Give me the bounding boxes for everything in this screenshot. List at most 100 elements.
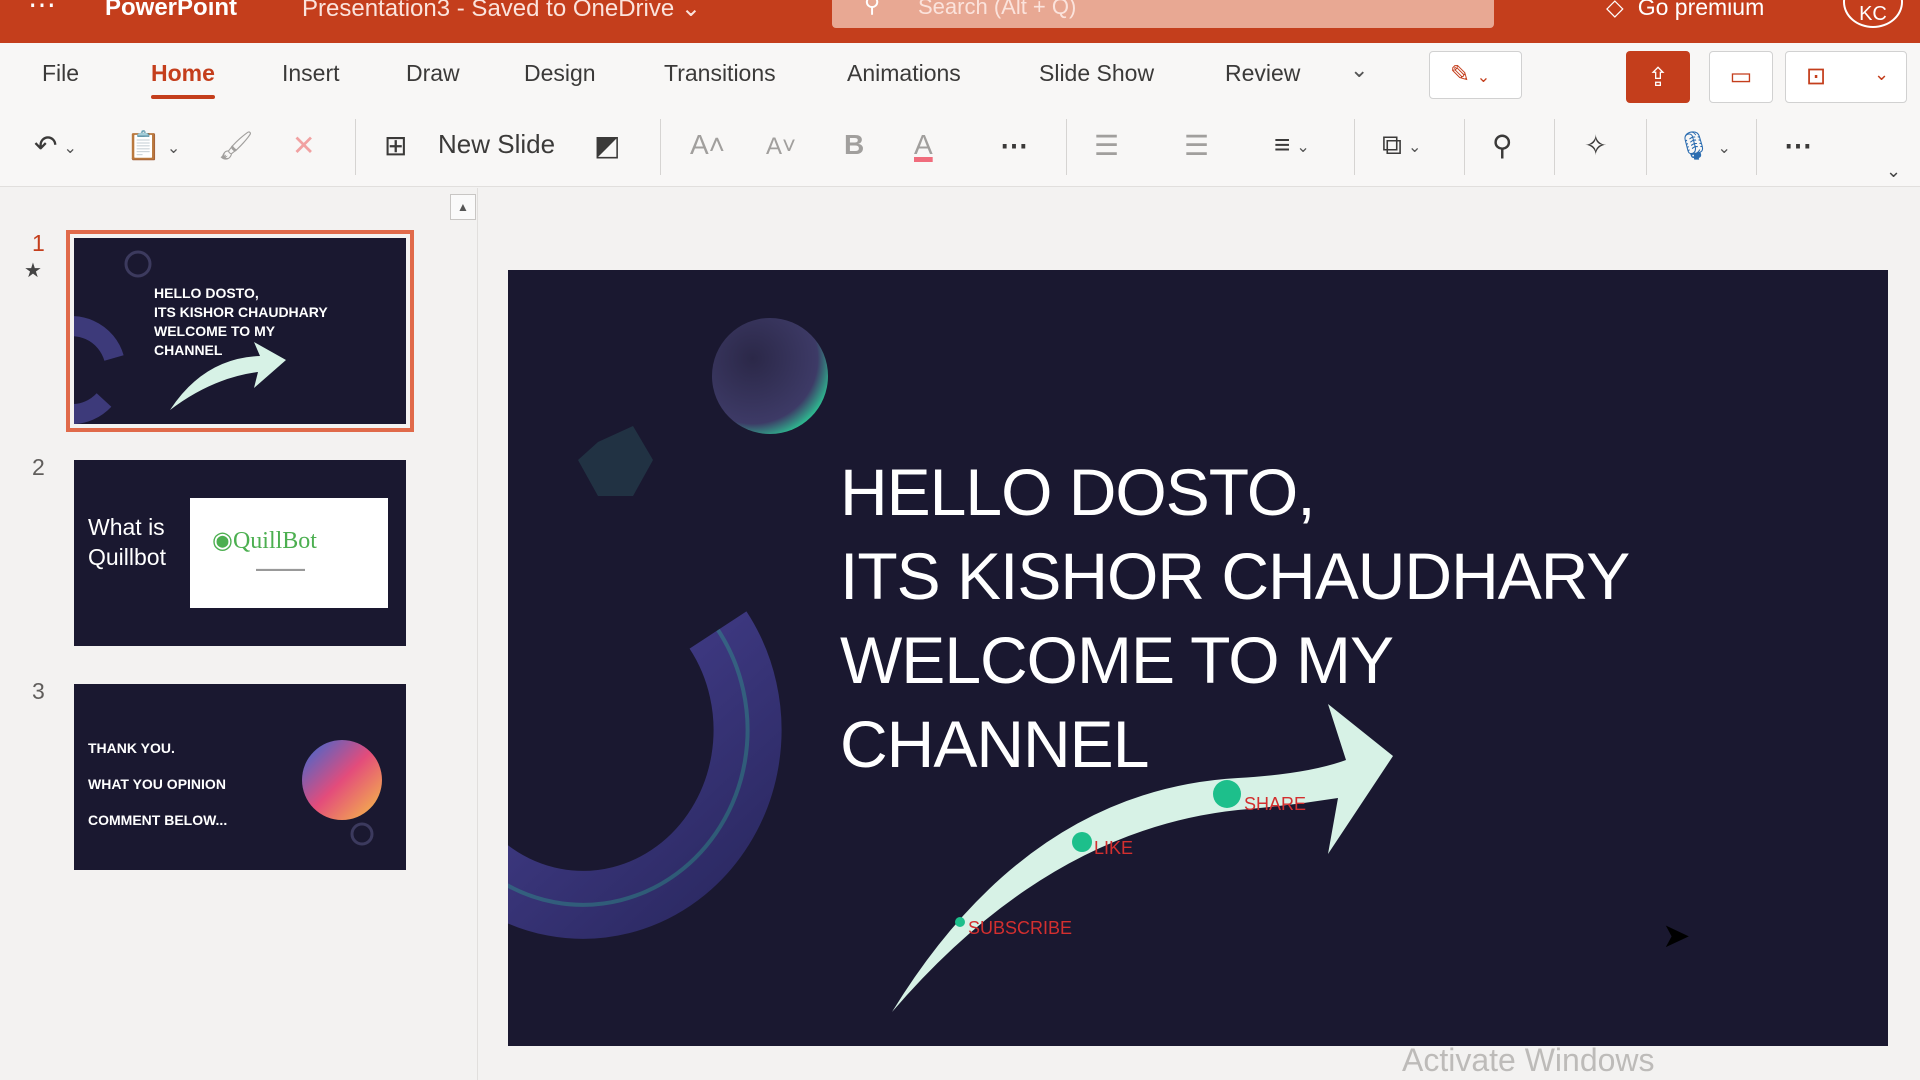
dictate-button[interactable]: 🎙 ⌄ <box>1676 129 1731 162</box>
quillbot-logo-card: ◉QuillBot ▬▬▬▬▬▬▬ <box>190 498 388 608</box>
tab-file[interactable]: File <box>42 60 79 87</box>
delete-button[interactable]: ✕ <box>292 129 315 162</box>
layout-icon[interactable]: ◩ <box>594 129 620 162</box>
document-name[interactable]: Presentation3 - Saved to OneDrive ⌄ <box>302 0 701 23</box>
slide-thumbnail-1[interactable]: HELLO DOSTO, ITS KISHOR CHAUDHARY WELCOM… <box>66 230 414 432</box>
search-icon: ⚲ <box>864 0 881 17</box>
paste-button[interactable]: 📋 ⌄ <box>126 129 180 162</box>
thumbnail-2-line: What is <box>88 514 165 540</box>
format-painter-button[interactable]: 🖌 <box>218 129 254 162</box>
like-dot <box>1072 832 1092 852</box>
divider <box>1756 119 1757 175</box>
present-button[interactable]: ⊡ ⌄ <box>1785 51 1907 103</box>
slide-thumbnail-pane[interactable]: ▲ 1 ★ HELLO DOSTO, ITS KISHOR CHAUDHARY … <box>0 188 478 1080</box>
subscribe-label: SUBSCRIBE <box>968 918 1073 938</box>
bold-icon[interactable]: B <box>844 129 864 161</box>
app-launcher-icon[interactable]: ⋯ <box>28 0 58 19</box>
more-tabs-chevron-icon[interactable]: ⌄ <box>1350 57 1368 83</box>
bullets-icon[interactable]: ☰ <box>1094 129 1119 162</box>
tab-design[interactable]: Design <box>524 60 596 87</box>
divider <box>1646 119 1647 175</box>
go-premium-button[interactable]: ◇ Go premium <box>1606 0 1764 21</box>
chevron-down-icon: ⌄ <box>166 139 181 157</box>
title-bar: ⋯ PowerPoint Presentation3 - Saved to On… <box>0 0 1920 43</box>
tab-transitions[interactable]: Transitions <box>664 60 776 87</box>
pencil-icon: ✎ <box>1450 61 1471 88</box>
font-color-icon[interactable]: A <box>914 129 933 161</box>
tab-review[interactable]: Review <box>1225 60 1300 87</box>
like-label: LIKE <box>1094 838 1134 858</box>
slide-thumbnail-3[interactable]: THANK YOU. WHAT YOU OPINION COMMENT BELO… <box>74 684 406 870</box>
ribbon-toolbar: ↶ ⌄ 📋 ⌄ 🖌 ✕ ⊞ New Slide ◩ A˄ A˅ B A ⋯ ☰ ☰ … <box>0 109 1920 187</box>
divider <box>1554 119 1555 175</box>
numbering-icon[interactable]: ☰ <box>1184 129 1209 162</box>
tab-home[interactable]: Home <box>151 60 215 99</box>
chevron-down-icon: ⌄ <box>1296 138 1310 156</box>
more-commands-icon[interactable]: ⋯ <box>1784 129 1812 162</box>
thumbnail-number: 3 <box>32 678 45 704</box>
more-options-icon[interactable]: ⋯ <box>1000 129 1028 162</box>
share-button[interactable]: ⇪ <box>1626 51 1690 103</box>
thumbnail-1-line: HELLO DOSTO, <box>154 285 259 301</box>
go-premium-label: Go premium <box>1637 0 1765 20</box>
tab-animations[interactable]: Animations <box>847 60 961 87</box>
search-box[interactable]: ⚲ Search (Alt + Q) <box>832 0 1494 28</box>
new-slide-icon[interactable]: ⊞ <box>384 129 407 162</box>
avatar[interactable]: KC <box>1843 0 1903 28</box>
align-button[interactable]: ≡ ⌄ <box>1274 129 1310 161</box>
shapes-icon: ⧉ <box>1382 129 1402 160</box>
search-placeholder: Search (Alt + Q) <box>918 0 1077 19</box>
slide-title-line: WELCOME TO MY <box>840 623 1394 697</box>
slide-thumbnail-2[interactable]: What is Quillbot ◉QuillBot ▬▬▬▬▬▬▬ <box>74 460 406 646</box>
chevron-down-icon: ⌄ <box>1476 69 1491 86</box>
ring-shape <box>508 611 782 939</box>
editing-mode-button[interactable]: ✎ ⌄ <box>1429 51 1522 99</box>
thumbnail-1-text: HELLO DOSTO, ITS KISHOR CHAUDHARY WELCOM… <box>154 284 328 360</box>
undo-button[interactable]: ↶ ⌄ <box>34 129 77 162</box>
divider <box>660 119 661 175</box>
divider <box>355 119 356 175</box>
diamond-icon: ◇ <box>1606 0 1624 20</box>
clipboard-icon: 📋 <box>126 130 161 161</box>
ribbon-expand-chevron-icon[interactable]: ⌄ <box>1886 161 1901 182</box>
tab-insert[interactable]: Insert <box>282 60 340 87</box>
increase-font-icon[interactable]: A˄ <box>690 129 725 161</box>
find-icon[interactable]: ⚲ <box>1492 129 1513 162</box>
designer-icon[interactable]: ✧ <box>1584 129 1607 162</box>
slide-title-line: CHANNEL <box>840 707 1149 781</box>
activate-windows-watermark: Activate Windows <box>1402 1042 1655 1078</box>
thumbnail-2-line: Quillbot <box>88 544 166 570</box>
shapes-button[interactable]: ⧉ ⌄ <box>1382 129 1421 162</box>
slide-title-line: ITS KISHOR CHAUDHARY <box>840 539 1630 613</box>
divider <box>1066 119 1067 175</box>
hexagon-shape <box>578 426 653 496</box>
brush-icon: 🖌 <box>218 130 254 161</box>
mouse-cursor-icon: ➤ <box>1662 917 1691 955</box>
thumbnail-decoration <box>302 740 382 846</box>
new-slide-button[interactable]: New Slide <box>438 129 555 160</box>
slide-title[interactable]: HELLO DOSTO, ITS KISHOR CHAUDHARY WELCOM… <box>840 450 1630 786</box>
bubble-shape <box>712 318 828 434</box>
thumbnail-1-line: ITS KISHOR CHAUDHARY <box>154 304 328 320</box>
quillbot-logo: ◉QuillBot <box>212 526 317 555</box>
scroll-up-arrow-icon[interactable]: ▲ <box>450 194 476 220</box>
align-icon: ≡ <box>1274 129 1291 160</box>
tab-slide-show[interactable]: Slide Show <box>1039 60 1154 87</box>
divider <box>1464 119 1465 175</box>
close-icon: ✕ <box>292 130 316 161</box>
chevron-down-icon[interactable]: ⌄ <box>1874 64 1889 85</box>
slide-editing-canvas[interactable]: HELLO DOSTO, ITS KISHOR CHAUDHARY WELCOM… <box>478 188 1920 1080</box>
document-name-text: Presentation3 - Saved to OneDrive <box>302 0 675 22</box>
quillbot-logo-text: QuillBot <box>232 528 317 554</box>
app-name: PowerPoint <box>105 0 238 21</box>
subscribe-dot <box>955 917 965 927</box>
animation-star-icon: ★ <box>24 260 42 282</box>
thumbnail-number: 2 <box>32 454 45 480</box>
decrease-font-icon[interactable]: A˅ <box>766 133 796 161</box>
divider <box>1354 119 1355 175</box>
thumbnail-2-text: What is Quillbot <box>88 512 166 572</box>
chevron-down-icon: ⌄ <box>1717 139 1731 157</box>
thumbnail-1-line: WELCOME TO MY <box>154 323 276 339</box>
comments-button[interactable]: ▭ <box>1709 51 1773 103</box>
tab-draw[interactable]: Draw <box>406 60 460 87</box>
